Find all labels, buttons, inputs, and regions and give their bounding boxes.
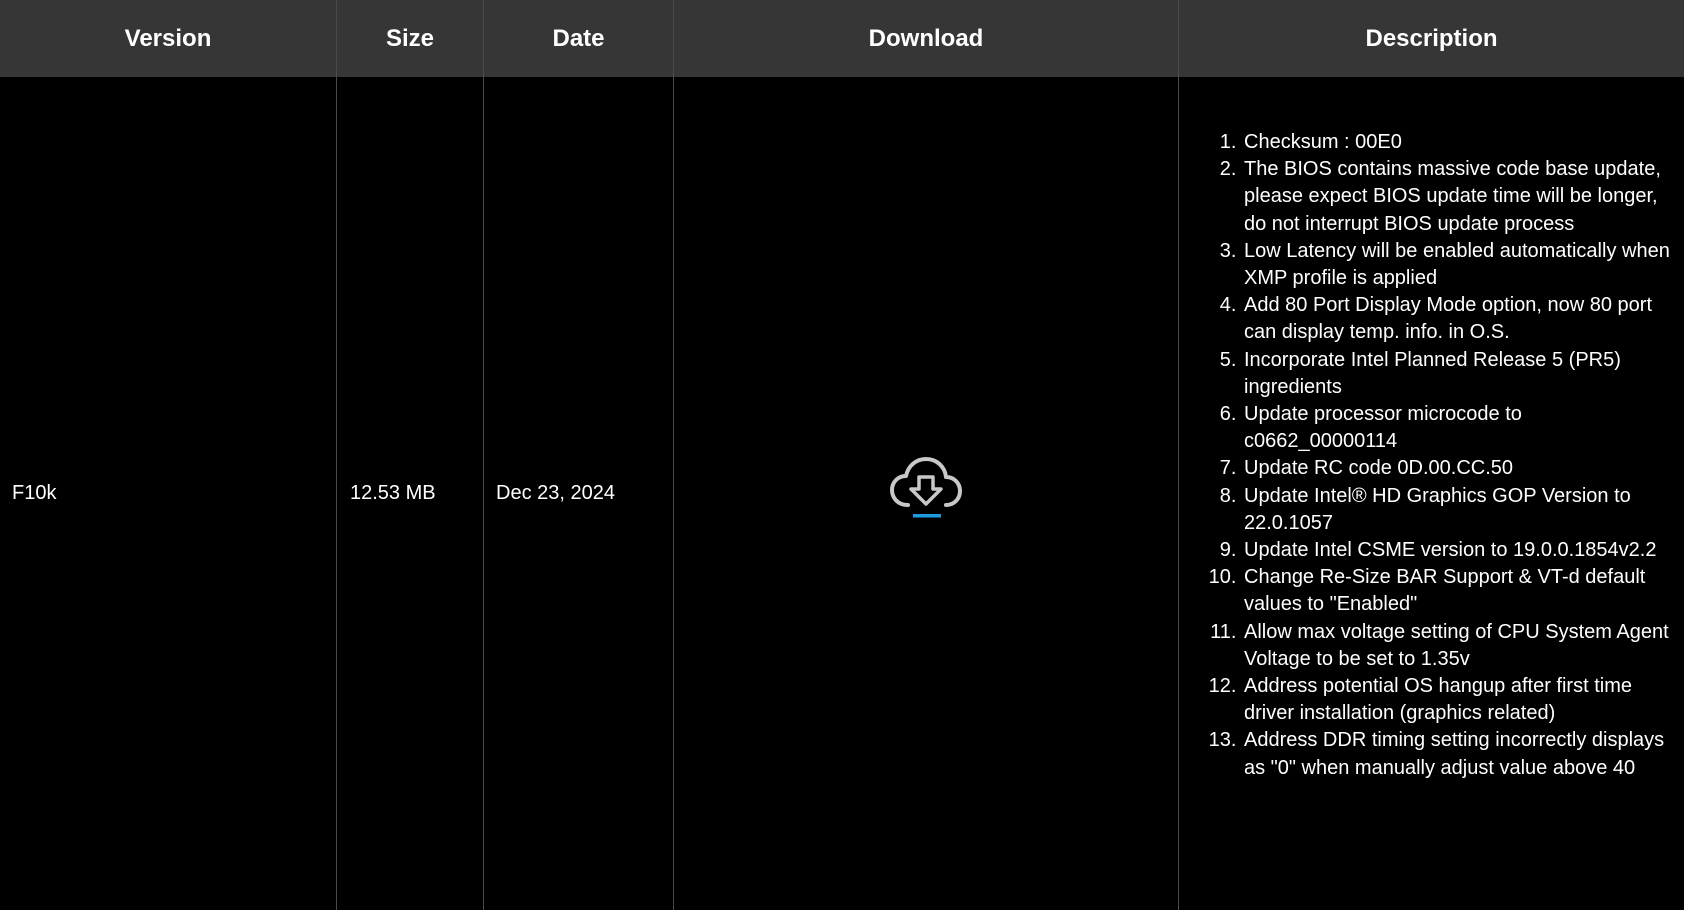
table-header-row: Version Size Date Download Description: [0, 0, 1684, 77]
bios-download-table: Version Size Date Download Description F…: [0, 0, 1684, 910]
column-header-download: Download: [674, 0, 1179, 77]
column-header-size: Size: [337, 0, 484, 77]
column-header-date: Date: [484, 0, 674, 77]
list-item: Update Intel CSME version to 19.0.0.1854…: [1242, 537, 1672, 564]
download-cell: [674, 77, 1179, 910]
size-cell: 12.53 MB: [337, 77, 484, 910]
list-item: Update Intel® HD Graphics GOP Version to…: [1242, 483, 1672, 537]
list-item: Allow max voltage setting of CPU System …: [1242, 619, 1672, 673]
table-row: F10k 12.53 MB Dec 23, 2024 Checksum : 00…: [0, 77, 1684, 910]
cloud-download-icon[interactable]: [888, 455, 964, 525]
release-notes-list: Checksum : 00E0 The BIOS contains massiv…: [1179, 129, 1672, 782]
description-cell: Checksum : 00E0 The BIOS contains massiv…: [1179, 77, 1684, 910]
version-cell: F10k: [0, 77, 337, 910]
column-header-description: Description: [1365, 24, 1498, 52]
download-button[interactable]: [888, 455, 964, 525]
list-item: Add 80 Port Display Mode option, now 80 …: [1242, 292, 1672, 346]
list-item: Change Re-Size BAR Support & VT-d defaul…: [1242, 564, 1672, 618]
list-item: The BIOS contains massive code base upda…: [1242, 156, 1672, 238]
list-item: Update processor microcode to c0662_0000…: [1242, 401, 1672, 455]
list-item: Update RC code 0D.00.CC.50: [1242, 455, 1672, 482]
list-item: Address DDR timing setting incorrectly d…: [1242, 727, 1672, 781]
list-item: Checksum : 00E0: [1242, 129, 1672, 156]
date-cell: Dec 23, 2024: [484, 77, 674, 910]
column-header-version: Version: [0, 0, 337, 77]
list-item: Address potential OS hangup after first …: [1242, 673, 1672, 727]
list-item: Incorporate Intel Planned Release 5 (PR5…: [1242, 347, 1672, 401]
list-item: Low Latency will be enabled automaticall…: [1242, 238, 1672, 292]
